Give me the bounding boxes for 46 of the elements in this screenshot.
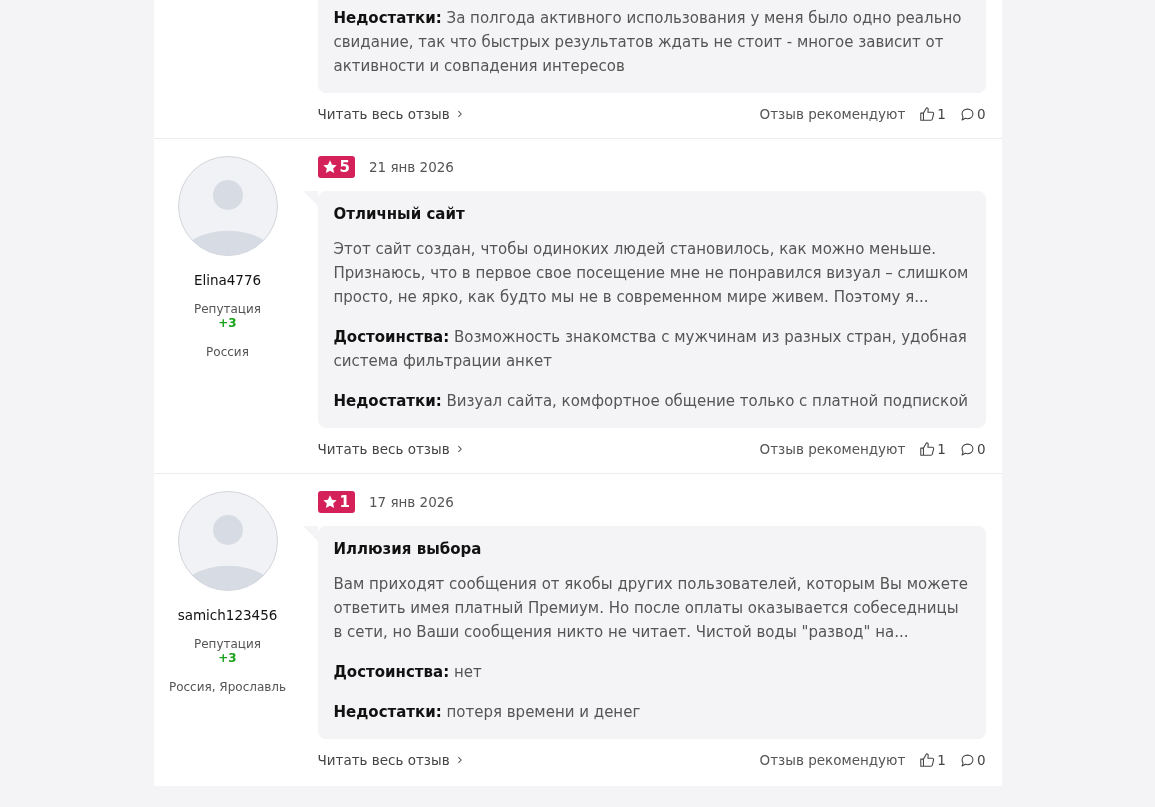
user-location: Россия xyxy=(206,345,249,359)
like-button[interactable]: 1 xyxy=(919,441,946,457)
speech-bubble-icon xyxy=(959,752,975,768)
read-more-link[interactable]: Читать весь отзыв xyxy=(317,752,464,768)
review-text: Недостатки: За полгода активного использования у меня было одно реально свидание, так что быстрых результатов ждать не стоит - многое зависит от активности и совпадения интересов xyxy=(333,8,963,77)
read-more-link[interactable]: Читать весь отзыв xyxy=(317,106,464,122)
chevron-right-icon xyxy=(455,756,464,764)
comments-button[interactable]: 0 xyxy=(959,752,986,768)
review-text: Вам приходят сообщения от якобы других пользователей, которым Вы можете ответить имея платный Премиум. Но после оплаты оказывается собеседницы в сети, но Ваши сообщения никто не читает. Чистой воды "развод" на... xyxy=(333,574,969,643)
review-title: Иллюзия выбора xyxy=(333,540,483,558)
like-button[interactable]: 1 xyxy=(919,106,946,122)
review-text: Недостатки: потеря времени и денег xyxy=(333,702,642,723)
recommend-label: Отзыв рекомендуют xyxy=(759,106,906,122)
review-date: 17 янв 2026 xyxy=(368,494,454,510)
thumbs-up-icon xyxy=(919,106,936,122)
thumbs-up-icon xyxy=(919,752,936,768)
reputation-label: Репутация xyxy=(193,302,262,316)
review-text: Этот сайт создан, чтобы одиноких людей становилось, как можно меньше. Признаюсь, что в первое свое посещение мне не понравился визуал – слишком просто, не ярко, как будто мы не в современном мире живем. Поэтому я... xyxy=(333,239,970,308)
reputation-value: +3 xyxy=(218,316,237,330)
review-text: Недостатки: Визуал сайта, комфортное общение только с платной подпиской xyxy=(333,391,970,412)
avatar-icon xyxy=(177,156,278,256)
user-name[interactable]: Elina4776 xyxy=(193,272,262,288)
recommend-label: Отзыв рекомендуют xyxy=(759,752,906,768)
rating-value: 1 xyxy=(339,493,350,511)
speech-bubble-icon xyxy=(959,441,975,457)
star-icon xyxy=(321,159,338,175)
thumbs-up-icon xyxy=(919,441,936,457)
like-button[interactable]: 1 xyxy=(919,752,946,768)
review-title: Отличный сайт xyxy=(333,205,466,223)
chevron-right-icon xyxy=(455,445,464,453)
chevron-right-icon xyxy=(455,110,464,118)
review-text: Достоинства: Возможность знакомства с мужчинам из разных стран, удобная система фильтрации анкет xyxy=(333,327,968,372)
comments-button[interactable]: 0 xyxy=(959,441,986,457)
comments-button[interactable]: 0 xyxy=(959,106,986,122)
rating-value: 5 xyxy=(339,158,350,176)
review-date: 21 янв 2026 xyxy=(368,159,454,175)
read-more-link[interactable]: Читать весь отзыв xyxy=(317,441,464,457)
reputation-label: Репутация xyxy=(193,637,262,651)
star-icon xyxy=(321,494,338,510)
user-name[interactable]: samich123456 xyxy=(177,607,278,623)
speech-bubble-icon xyxy=(959,106,975,122)
user-location: Россия, Ярославль xyxy=(168,680,287,694)
avatar-icon xyxy=(177,491,278,591)
reputation-value: +3 xyxy=(218,651,237,665)
review-text: Достоинства: нет xyxy=(333,662,483,683)
recommend-label: Отзыв рекомендуют xyxy=(759,441,906,457)
